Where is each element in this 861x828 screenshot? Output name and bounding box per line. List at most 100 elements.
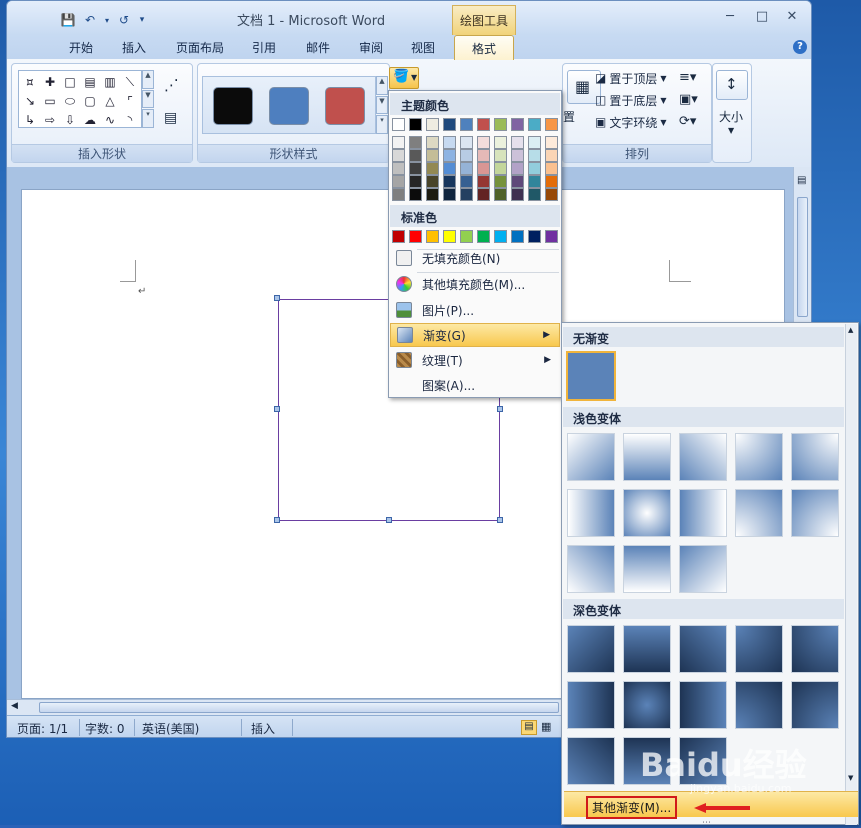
theme-shade-swatch[interactable] xyxy=(477,136,490,149)
theme-shade-swatch[interactable] xyxy=(460,149,473,162)
gradient-fill-item[interactable]: 渐变(G) ▶ xyxy=(390,323,560,347)
resize-handle[interactable] xyxy=(274,517,280,523)
theme-shade-swatch[interactable] xyxy=(460,162,473,175)
help-icon[interactable]: ? xyxy=(793,40,807,54)
standard-color-swatch[interactable] xyxy=(545,230,558,243)
theme-shade-swatch[interactable] xyxy=(511,188,524,201)
dark-gradient-swatch[interactable] xyxy=(567,625,615,673)
theme-color-swatch[interactable] xyxy=(426,118,439,131)
theme-shade-swatch[interactable] xyxy=(443,162,456,175)
resize-handle[interactable] xyxy=(274,295,280,301)
right-arrow-shape-icon[interactable]: ⇨ xyxy=(40,110,60,129)
theme-shade-swatch[interactable] xyxy=(392,149,405,162)
vertical-textbox-shape-icon[interactable]: ▥ xyxy=(100,72,120,91)
undo-icon[interactable]: ↶ xyxy=(81,11,99,29)
standard-color-swatch[interactable] xyxy=(409,230,422,243)
theme-shade-swatch[interactable] xyxy=(426,149,439,162)
light-gradient-swatch[interactable] xyxy=(791,433,839,481)
scroll-down-icon[interactable]: ▼ xyxy=(376,95,388,115)
theme-shade-swatch[interactable] xyxy=(392,175,405,188)
light-gradient-swatch[interactable] xyxy=(679,433,727,481)
redo-icon[interactable]: ↺ xyxy=(115,11,133,29)
theme-shade-swatch[interactable] xyxy=(443,136,456,149)
theme-shade-swatch[interactable] xyxy=(409,162,422,175)
status-word-count[interactable]: 字数: 0 xyxy=(85,720,125,737)
status-language[interactable]: 英语(美国) xyxy=(142,720,199,737)
close-button[interactable]: ✕ xyxy=(781,9,803,27)
theme-shade-swatch[interactable] xyxy=(392,136,405,149)
light-gradient-swatch[interactable] xyxy=(567,433,615,481)
tab-view[interactable]: 视图 xyxy=(411,39,435,56)
theme-shade-swatch[interactable] xyxy=(460,175,473,188)
down-arrow-shape-icon[interactable]: ⇩ xyxy=(60,110,80,129)
customize-qat-icon[interactable]: ▾ xyxy=(137,11,147,29)
standard-color-swatch[interactable] xyxy=(426,230,439,243)
full-screen-view-icon[interactable]: ▦ xyxy=(541,720,551,733)
theme-shade-swatch[interactable] xyxy=(477,188,490,201)
texture-fill-item[interactable]: 纹理(T) ▶ xyxy=(390,348,560,372)
text-box-icon[interactable]: ▤ xyxy=(164,110,177,126)
theme-color-swatch[interactable] xyxy=(511,118,524,131)
standard-color-swatch[interactable] xyxy=(511,230,524,243)
scroll-up-icon[interactable]: ▲ xyxy=(848,326,853,334)
dark-gradient-swatch[interactable] xyxy=(567,681,615,729)
no-fill-item[interactable]: 无填充颜色(N) xyxy=(390,246,560,270)
light-gradient-swatch[interactable] xyxy=(623,545,671,593)
theme-shade-swatch[interactable] xyxy=(528,175,541,188)
group-objects-icon[interactable]: ▣▾ xyxy=(679,92,698,107)
octagon-shape-icon[interactable]: ⯏ xyxy=(20,72,40,91)
pattern-fill-item[interactable]: 图案(A)... xyxy=(390,373,560,397)
cloud-shape-icon[interactable]: ☁ xyxy=(80,110,100,129)
light-gradient-swatch[interactable] xyxy=(735,433,783,481)
theme-shade-swatch[interactable] xyxy=(545,175,558,188)
dark-gradient-swatch[interactable] xyxy=(735,681,783,729)
theme-shade-swatch[interactable] xyxy=(511,149,524,162)
theme-shade-swatch[interactable] xyxy=(460,188,473,201)
light-gradient-swatch[interactable] xyxy=(679,545,727,593)
theme-color-swatch[interactable] xyxy=(392,118,405,131)
bring-to-front-button[interactable]: ◪ 置于顶层 ▼ xyxy=(595,68,667,88)
light-gradient-swatch[interactable] xyxy=(679,489,727,537)
theme-shade-swatch[interactable] xyxy=(494,162,507,175)
theme-color-swatch[interactable] xyxy=(477,118,490,131)
theme-color-swatch[interactable] xyxy=(460,118,473,131)
light-gradient-swatch[interactable] xyxy=(623,433,671,481)
theme-shade-swatch[interactable] xyxy=(426,162,439,175)
status-insert-mode[interactable]: 插入 xyxy=(251,720,275,737)
line-shape-icon[interactable]: ⟍ xyxy=(120,72,140,91)
light-gradient-swatch[interactable] xyxy=(623,489,671,537)
theme-shade-swatch[interactable] xyxy=(460,136,473,149)
theme-color-swatch[interactable] xyxy=(545,118,558,131)
shape-fill-button[interactable]: 🪣 ▼ xyxy=(389,67,419,89)
shapes-gallery-scroll[interactable]: ▲ ▼ ▾ xyxy=(142,70,154,129)
arrow-line-shape-icon[interactable]: ↘ xyxy=(20,91,40,110)
theme-shade-swatch[interactable] xyxy=(426,136,439,149)
theme-shade-swatch[interactable] xyxy=(477,175,490,188)
standard-color-swatch[interactable] xyxy=(460,230,473,243)
dark-gradient-swatch[interactable] xyxy=(791,681,839,729)
picture-fill-item[interactable]: 图片(P)... xyxy=(390,298,560,322)
tab-references[interactable]: 引用 xyxy=(252,39,276,56)
oval-shape-icon[interactable]: ⬭ xyxy=(60,91,80,110)
resize-handle[interactable] xyxy=(497,517,503,523)
dark-gradient-swatch[interactable] xyxy=(623,625,671,673)
undo-dropdown-icon[interactable]: ▾ xyxy=(103,11,111,29)
dark-gradient-swatch[interactable] xyxy=(679,625,727,673)
cross-shape-icon[interactable]: ✚ xyxy=(40,72,60,91)
rotate-icon[interactable]: ⟳▾ xyxy=(679,114,696,129)
standard-color-swatch[interactable] xyxy=(392,230,405,243)
resize-handle[interactable] xyxy=(274,406,280,412)
size-button[interactable]: ↕ xyxy=(716,70,748,100)
theme-shade-swatch[interactable] xyxy=(494,136,507,149)
more-shapes-icon[interactable]: ▾ xyxy=(142,109,154,129)
dark-gradient-swatch[interactable] xyxy=(791,625,839,673)
dark-gradient-swatch[interactable] xyxy=(623,681,671,729)
scroll-down-icon[interactable]: ▼ xyxy=(142,89,154,109)
theme-shade-swatch[interactable] xyxy=(477,162,490,175)
send-to-back-button[interactable]: ◫ 置于底层 ▼ xyxy=(595,90,667,110)
theme-shade-swatch[interactable] xyxy=(409,175,422,188)
dark-gradient-swatch[interactable] xyxy=(735,625,783,673)
theme-shade-swatch[interactable] xyxy=(545,136,558,149)
triangle-shape-icon[interactable]: △ xyxy=(100,91,120,110)
maximize-button[interactable]: □ xyxy=(751,9,773,27)
